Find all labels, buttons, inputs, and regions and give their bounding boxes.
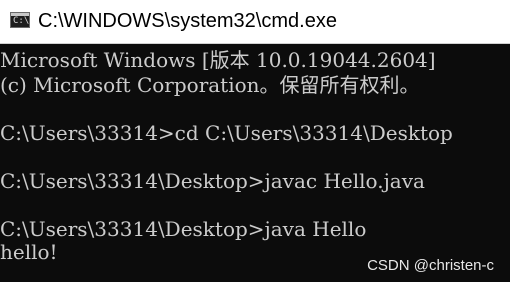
csdn-watermark: CSDN @christen-c (367, 257, 494, 274)
console-line: Microsoft Windows [版本 10.0.19044.2604] (0, 48, 436, 72)
cmd-console-icon[interactable]: C:\ (10, 12, 30, 28)
title-bar[interactable]: C:\ C:\WINDOWS\system32\cmd.exe (0, 0, 510, 44)
console-line: C:\Users\33314\Desktop>java Hello (0, 217, 367, 241)
console-line: C:\Users\33314\Desktop>javac Hello.java (0, 169, 425, 193)
console-line: (c) Microsoft Corporation。保留所有权利。 (0, 73, 420, 97)
console-line: C:\Users\33314>cd C:\Users\33314\Desktop (0, 121, 453, 145)
window-title: C:\WINDOWS\system32\cmd.exe (38, 10, 337, 32)
console-output[interactable]: Microsoft Windows [版本 10.0.19044.2604] (… (0, 44, 510, 282)
console-line: hello! (0, 240, 58, 264)
